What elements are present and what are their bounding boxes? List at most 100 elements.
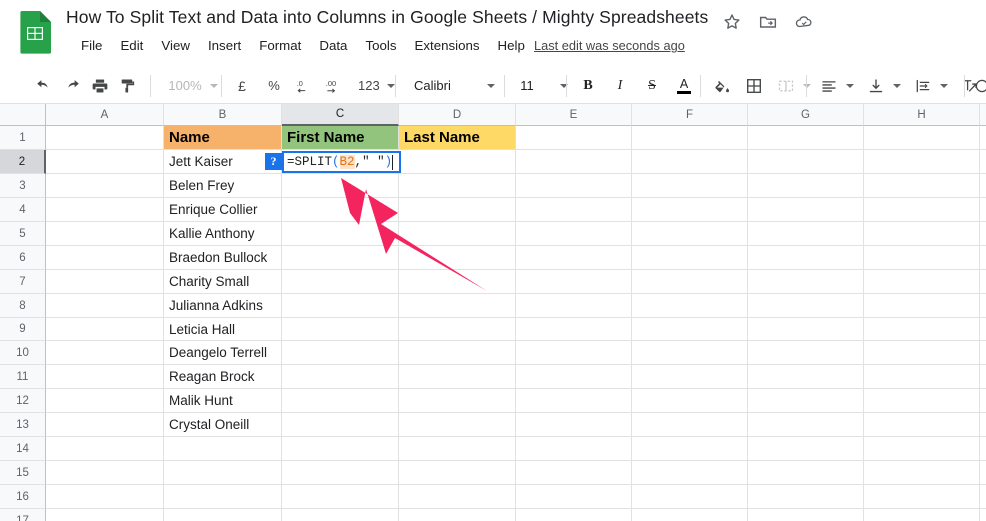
row-header-9[interactable]: 9 [0, 318, 46, 341]
font-family-chevron-down-icon[interactable] [487, 83, 495, 88]
cell[interactable] [864, 437, 980, 461]
cell[interactable] [632, 270, 748, 294]
cell[interactable] [516, 222, 632, 246]
formula-help-badge[interactable]: ? [265, 153, 282, 170]
column-header-e[interactable]: E [516, 104, 632, 126]
cell[interactable] [748, 222, 864, 246]
cell[interactable] [516, 246, 632, 270]
cell[interactable] [282, 461, 399, 485]
cells-area[interactable]: Name First Name Last Name Jett Kaiser Belen … [46, 126, 986, 521]
vertical-align-chevron-down-icon[interactable] [893, 83, 901, 88]
cell[interactable] [282, 270, 399, 294]
vertical-align-icon[interactable] [862, 72, 890, 100]
cell[interactable] [46, 246, 164, 270]
cell[interactable] [516, 174, 632, 198]
cell[interactable] [864, 198, 980, 222]
cell[interactable] [516, 413, 632, 437]
cell[interactable] [399, 365, 516, 389]
cell[interactable] [399, 341, 516, 365]
cloud-saved-icon[interactable] [794, 12, 814, 32]
cell[interactable] [632, 318, 748, 341]
cell[interactable] [399, 318, 516, 341]
data-cell-b3[interactable]: Belen Frey [164, 174, 282, 198]
cell[interactable] [164, 485, 282, 509]
cell[interactable] [632, 509, 748, 521]
spreadsheet-grid[interactable]: ABCDEFGH 1 2 3 4 5 6 7 8 9 10 11 12 13 14 15 16 17 Name F… [0, 104, 986, 521]
data-cell-b6[interactable]: Braedon Bullock [164, 246, 282, 270]
bold-button[interactable]: B [574, 72, 602, 100]
row-header-5[interactable]: 5 [0, 222, 46, 246]
cell[interactable] [516, 389, 632, 413]
data-cell-b9[interactable]: Leticia Hall [164, 318, 282, 341]
menu-item-file[interactable]: File [72, 36, 111, 55]
cell[interactable] [516, 150, 632, 174]
cell[interactable] [282, 389, 399, 413]
cell[interactable] [632, 485, 748, 509]
cell[interactable] [864, 389, 980, 413]
cell[interactable] [980, 198, 986, 222]
row-header-15[interactable]: 15 [0, 461, 46, 485]
cell[interactable] [748, 365, 864, 389]
menu-item-tools[interactable]: Tools [356, 36, 405, 55]
cell[interactable] [516, 294, 632, 318]
cell[interactable] [282, 294, 399, 318]
row-header-3[interactable]: 3 [0, 174, 46, 198]
cell[interactable] [632, 198, 748, 222]
data-cell-b13[interactable]: Crystal Oneill [164, 413, 282, 437]
cell[interactable] [282, 341, 399, 365]
cell[interactable] [980, 389, 986, 413]
cell[interactable] [282, 174, 399, 198]
data-cell-b8[interactable]: Julianna Adkins [164, 294, 282, 318]
cell[interactable] [516, 485, 632, 509]
merge-chevron-down-icon[interactable] [803, 83, 811, 88]
paint-format-icon[interactable] [114, 72, 142, 100]
currency-format-button[interactable]: £ [228, 72, 256, 100]
cell[interactable] [748, 318, 864, 341]
cell[interactable] [980, 318, 986, 341]
menu-item-insert[interactable]: Insert [199, 36, 250, 55]
menu-item-edit[interactable]: Edit [111, 36, 152, 55]
cell[interactable] [980, 365, 986, 389]
menu-item-data[interactable]: Data [310, 36, 356, 55]
cell[interactable] [748, 174, 864, 198]
cell[interactable] [46, 509, 164, 521]
cell[interactable] [46, 318, 164, 341]
cell[interactable] [282, 437, 399, 461]
cell[interactable] [748, 413, 864, 437]
cell[interactable] [399, 461, 516, 485]
row-header-13[interactable]: 13 [0, 413, 46, 437]
row-header-11[interactable]: 11 [0, 365, 46, 389]
cell[interactable] [282, 246, 399, 270]
more-formats-chevron-down-icon[interactable] [386, 83, 395, 88]
cell[interactable] [46, 222, 164, 246]
cell[interactable] [748, 341, 864, 365]
decrease-decimal-button[interactable]: .0 [292, 72, 320, 100]
column-header-g[interactable]: G [748, 104, 864, 126]
menu-item-view[interactable]: View [152, 36, 199, 55]
text-wrap-icon[interactable] [909, 72, 937, 100]
cell[interactable] [399, 270, 516, 294]
horizontal-align-icon[interactable] [815, 72, 843, 100]
cell[interactable] [748, 461, 864, 485]
column-header-c[interactable]: C [282, 104, 399, 126]
cell[interactable] [748, 389, 864, 413]
cell[interactable] [46, 174, 164, 198]
cell[interactable] [282, 509, 399, 521]
cell[interactable] [282, 222, 399, 246]
cell[interactable] [632, 294, 748, 318]
column-header-d[interactable]: D [399, 104, 516, 126]
cell[interactable] [864, 485, 980, 509]
cell[interactable] [980, 485, 986, 509]
row-header-10[interactable]: 10 [0, 341, 46, 365]
cell[interactable] [282, 318, 399, 341]
row-header-14[interactable]: 14 [0, 437, 46, 461]
cell[interactable] [516, 318, 632, 341]
percent-format-button[interactable]: % [260, 72, 288, 100]
header-cell-c1[interactable]: First Name [282, 126, 399, 150]
row-header-12[interactable]: 12 [0, 389, 46, 413]
cell[interactable] [399, 294, 516, 318]
cell[interactable] [748, 150, 864, 174]
cell[interactable] [516, 198, 632, 222]
cell[interactable] [46, 413, 164, 437]
cell[interactable] [864, 509, 980, 521]
